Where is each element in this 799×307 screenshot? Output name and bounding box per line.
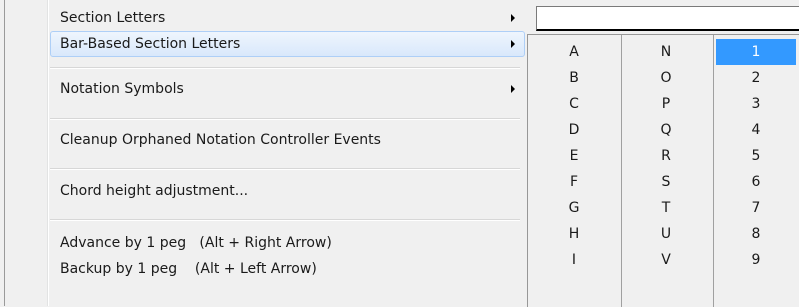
menu-item-label: Backup by 1 peg (Alt + Left Arrow) bbox=[60, 261, 317, 277]
menu-separator bbox=[50, 219, 520, 221]
menu-item-advance-peg[interactable]: Advance by 1 peg (Alt + Right Arrow) bbox=[5, 230, 527, 256]
menu-item-section-letters[interactable]: Section Letters bbox=[5, 5, 527, 31]
submenu-item-9[interactable]: 9 bbox=[716, 247, 796, 273]
submenu-item-4[interactable]: 4 bbox=[716, 117, 796, 143]
submenu-item-h[interactable]: H bbox=[534, 221, 614, 247]
submenu-arrow-icon bbox=[511, 85, 515, 93]
menu-item-notation-symbols[interactable]: Notation Symbols bbox=[5, 76, 527, 102]
context-menu: Section Letters Bar-Based Section Letter… bbox=[4, 0, 527, 306]
submenu-item-3[interactable]: 3 bbox=[716, 91, 796, 117]
submenu-item-i[interactable]: I bbox=[534, 247, 614, 273]
submenu-item-s[interactable]: S bbox=[626, 169, 706, 195]
column-separator bbox=[621, 35, 622, 307]
section-letter-input-strip bbox=[536, 6, 799, 31]
menu-separator bbox=[50, 118, 520, 120]
submenu-item-5[interactable]: 5 bbox=[716, 143, 796, 169]
menu-item-label: Notation Symbols bbox=[60, 81, 184, 97]
menu-item-cleanup-orphaned[interactable]: Cleanup Orphaned Notation Controller Eve… bbox=[5, 127, 527, 153]
submenu-item-d[interactable]: D bbox=[534, 117, 614, 143]
submenu-item-f[interactable]: F bbox=[534, 169, 614, 195]
submenu-item-2[interactable]: 2 bbox=[716, 65, 796, 91]
submenu-item-b[interactable]: B bbox=[534, 65, 614, 91]
menu-item-label: Section Letters bbox=[60, 10, 166, 26]
submenu-item-e[interactable]: E bbox=[534, 143, 614, 169]
submenu-arrow-icon bbox=[511, 14, 515, 22]
submenu-item-1-selected[interactable]: 1 bbox=[716, 39, 796, 65]
submenu-item-7[interactable]: 7 bbox=[716, 195, 796, 221]
menu-item-label: Bar-Based Section Letters bbox=[60, 36, 241, 52]
column-separator bbox=[713, 35, 714, 307]
menu-item-label: Chord height adjustment... bbox=[60, 183, 249, 199]
menu-item-bar-based-section-letters[interactable]: Bar-Based Section Letters bbox=[5, 31, 527, 57]
menu-separator bbox=[50, 168, 520, 170]
submenu-item-n[interactable]: N bbox=[626, 39, 706, 65]
submenu-item-t[interactable]: T bbox=[626, 195, 706, 221]
submenu-item-u[interactable]: U bbox=[626, 221, 706, 247]
menu-item-label: Cleanup Orphaned Notation Controller Eve… bbox=[60, 132, 381, 148]
submenu-item-g[interactable]: G bbox=[534, 195, 614, 221]
submenu-item-v[interactable]: V bbox=[626, 247, 706, 273]
menu-item-chord-height[interactable]: Chord height adjustment... bbox=[5, 178, 527, 204]
submenu-item-c[interactable]: C bbox=[534, 91, 614, 117]
menu-item-backup-peg[interactable]: Backup by 1 peg (Alt + Left Arrow) bbox=[5, 256, 527, 282]
submenu-item-8[interactable]: 8 bbox=[716, 221, 796, 247]
menu-item-label: Advance by 1 peg (Alt + Right Arrow) bbox=[60, 235, 332, 251]
submenu-item-r[interactable]: R bbox=[626, 143, 706, 169]
submenu-item-o[interactable]: O bbox=[626, 65, 706, 91]
submenu-item-6[interactable]: 6 bbox=[716, 169, 796, 195]
submenu-item-p[interactable]: P bbox=[626, 91, 706, 117]
submenu-arrow-icon bbox=[511, 40, 515, 48]
submenu-item-q[interactable]: Q bbox=[626, 117, 706, 143]
submenu-item-a[interactable]: A bbox=[534, 39, 614, 65]
menu-separator bbox=[50, 67, 520, 69]
bar-based-letters-submenu: A B C D E F G H I N O P Q R S T U V 1 2 … bbox=[527, 34, 799, 307]
